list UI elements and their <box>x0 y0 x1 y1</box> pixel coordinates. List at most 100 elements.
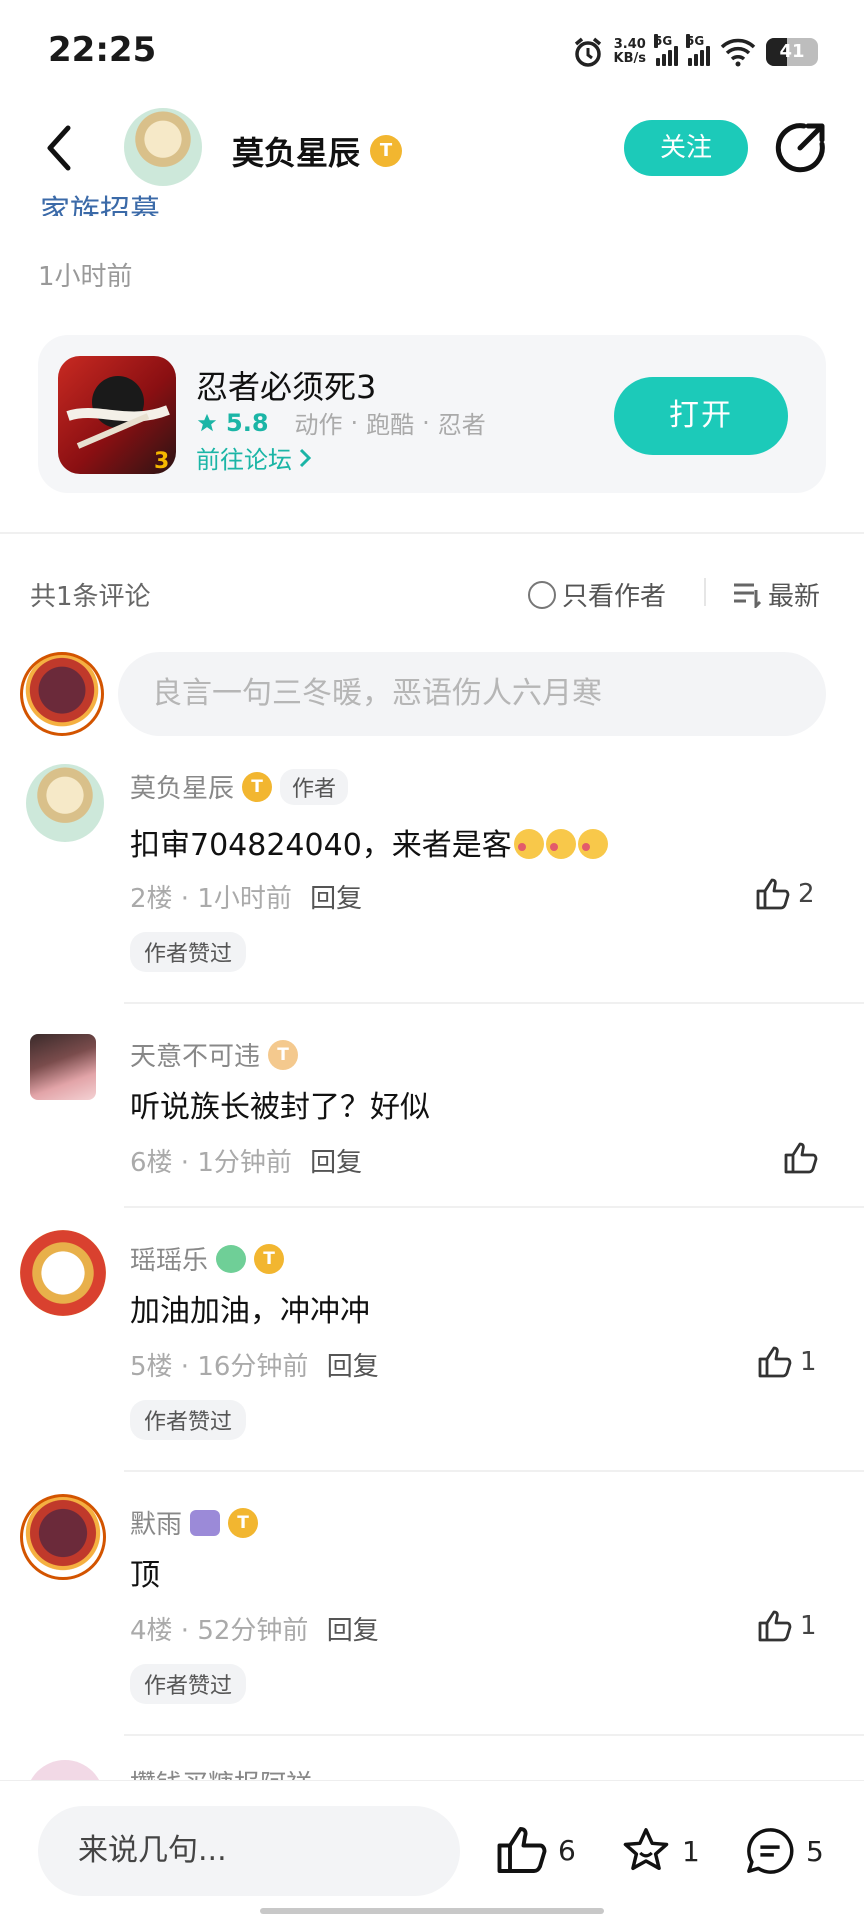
favorite-count: 1 <box>682 1834 700 1868</box>
comment-avatar[interactable] <box>20 1494 106 1580</box>
only-author-label: 只看作者 <box>562 582 667 612</box>
comment-like[interactable] <box>784 1142 818 1174</box>
sort-label: 最新 <box>768 582 821 612</box>
bottom-comment-input[interactable]: 来说几句... <box>38 1806 460 1896</box>
author-liked-chip: 作者赞过 <box>130 932 247 972</box>
battery-level: 41 <box>779 41 805 62</box>
comment-floor: 2楼 <box>130 884 173 914</box>
comments-button[interactable]: 5 <box>744 1826 824 1876</box>
comment-time: 16分钟前 <box>197 1352 309 1382</box>
post-like-button[interactable]: 6 <box>496 1826 576 1874</box>
header-separator <box>704 578 706 606</box>
comment-author-name: 瑶瑶乐 <box>130 1246 209 1276</box>
like-count: 2 <box>798 879 815 909</box>
game-icon[interactable]: 3 <box>58 356 176 474</box>
share-icon[interactable] <box>774 120 828 174</box>
game-tag: 动作 <box>294 411 343 439</box>
comment-author[interactable]: 默雨 T <box>130 1504 259 1541</box>
sim2-label: 5G <box>686 34 705 48</box>
net-speed-value: 3.40 <box>613 37 646 52</box>
thumbs-up-icon <box>758 1346 792 1378</box>
reply-button[interactable]: 回复 <box>310 1148 362 1178</box>
emoji-icon <box>577 829 608 859</box>
comment-floor: 6楼 <box>130 1148 173 1178</box>
reply-button[interactable]: 回复 <box>310 884 362 914</box>
comment-avatar[interactable] <box>30 1034 96 1100</box>
comment-text: 扣审704824040，来者是客 <box>130 820 608 864</box>
thumbs-up-icon <box>756 878 790 910</box>
comment-meta: 5楼 · 16分钟前 回复 <box>130 1352 379 1382</box>
only-author-toggle[interactable]: 只看作者 <box>528 576 666 613</box>
alarm-icon <box>574 37 601 67</box>
pet-icon <box>216 1244 247 1273</box>
my-avatar <box>20 652 104 736</box>
comment-author-name: 默雨 <box>130 1510 183 1540</box>
comment-time: 52分钟前 <box>197 1616 309 1646</box>
emoji-icon <box>513 829 544 859</box>
home-indicator[interactable] <box>260 1908 604 1914</box>
comment-author[interactable]: 天意不可违 T <box>130 1036 299 1073</box>
back-arrow-icon[interactable] <box>44 124 74 172</box>
comment-avatar[interactable] <box>20 1230 106 1316</box>
level-badge: T <box>370 135 403 167</box>
wifi-icon <box>720 38 756 67</box>
favorite-button[interactable]: 1 <box>620 1826 700 1876</box>
post-like-count: 6 <box>558 1833 576 1867</box>
like-count: 1 <box>800 1347 817 1377</box>
comment-like[interactable]: 1 <box>758 1346 817 1378</box>
comment-meta: 6楼 · 1分钟前 回复 <box>130 1148 363 1178</box>
game-tag: 跑酷 <box>366 411 415 439</box>
level-badge: T <box>254 1243 285 1274</box>
author-avatar[interactable] <box>124 108 202 186</box>
comment-total-count: 5 <box>806 1834 824 1868</box>
comment-floor: 4楼 <box>130 1616 173 1646</box>
comment-author[interactable]: 瑶瑶乐 T <box>130 1240 285 1277</box>
status-time: 22:25 <box>48 30 157 70</box>
thumbs-up-icon <box>497 1827 547 1873</box>
game-meta: 5.8 动作 · 跑酷 · 忍者 <box>196 405 486 440</box>
open-game-button[interactable]: 打开 <box>614 377 788 455</box>
goto-forum-link[interactable]: 前往论坛 <box>196 440 312 475</box>
game-title[interactable]: 忍者必须死3 <box>196 362 376 408</box>
comment-author-name: 天意不可违 <box>130 1042 261 1072</box>
level-badge: T <box>268 1039 299 1070</box>
game-tag: 忍者 <box>437 411 486 439</box>
comment-text: 听说族长被封了？好似 <box>130 1090 430 1125</box>
chevron-right-icon <box>299 448 312 467</box>
battery-icon: 41 <box>766 38 818 66</box>
thumbs-up-icon <box>784 1142 818 1174</box>
net-speed: 3.40 KB/s <box>614 38 646 66</box>
post-text-partial: 家族招募 <box>40 194 160 216</box>
comment-divider <box>124 1002 864 1004</box>
level-badge: T <box>242 771 273 802</box>
author-liked-chip: 作者赞过 <box>130 1400 247 1440</box>
comment-author[interactable]: 莫负星辰 T 作者 <box>130 768 349 805</box>
sort-icon <box>734 583 762 608</box>
reply-button[interactable]: 回复 <box>327 1352 379 1382</box>
comment-meta: 4楼 · 52分钟前 回复 <box>130 1616 379 1646</box>
radio-circle-icon <box>528 580 556 609</box>
signal-icon-2: 5G <box>686 34 710 66</box>
reply-button[interactable]: 回复 <box>327 1616 379 1646</box>
comment-floor: 5楼 <box>130 1352 173 1382</box>
comment-divider <box>124 1206 864 1208</box>
star-icon <box>197 413 217 431</box>
comment-like[interactable]: 2 <box>756 878 815 910</box>
author-tag: 作者 <box>280 768 349 805</box>
sim1-label: 5G <box>654 34 673 48</box>
chat-bubble-icon <box>747 1828 794 1874</box>
comment-author-name: 莫负星辰 <box>130 774 235 804</box>
level-badge: T <box>228 1507 259 1538</box>
comment-time: 1分钟前 <box>197 1148 292 1178</box>
comment-avatar[interactable] <box>26 764 104 842</box>
comment-like[interactable]: 1 <box>758 1610 817 1642</box>
follow-button[interactable]: 关注 <box>624 120 748 176</box>
sort-toggle[interactable]: 最新 <box>732 576 820 613</box>
comment-input[interactable]: 良言一句三冬暖，恶语伤人六月寒 <box>118 652 826 736</box>
author-liked-chip: 作者赞过 <box>130 1664 247 1704</box>
comment-count: 共1条评论 <box>30 582 151 612</box>
net-speed-unit: KB/s <box>613 51 646 66</box>
game-rating: 5.8 <box>226 408 269 437</box>
comment-divider <box>124 1734 864 1736</box>
author-name-header[interactable]: 莫负星辰 T <box>232 128 403 174</box>
